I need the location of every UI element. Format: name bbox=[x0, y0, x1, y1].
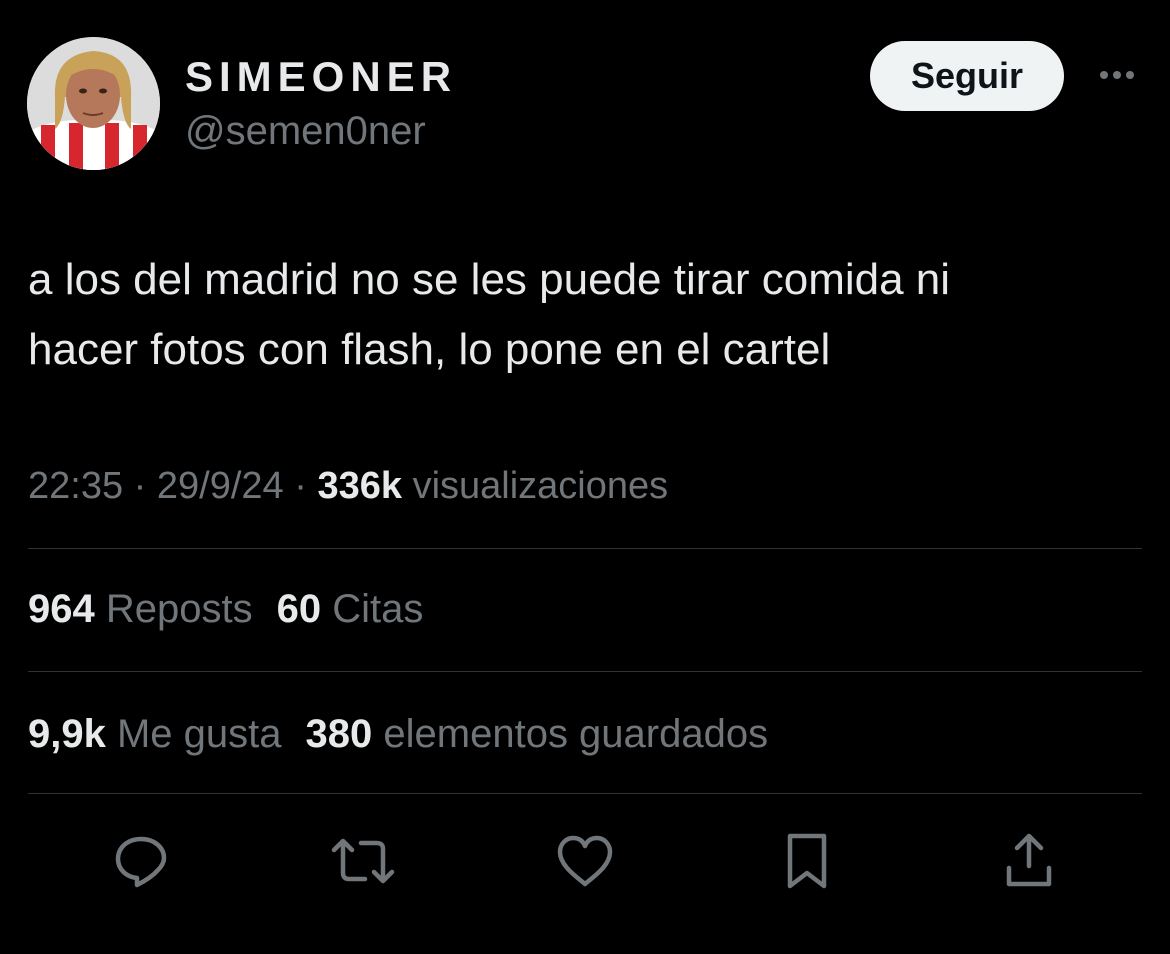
likes-stat[interactable]: 9,9k Me gusta bbox=[28, 712, 282, 756]
retweet-icon[interactable] bbox=[328, 826, 398, 896]
engagement-row-reposts: 964 Reposts 60 Citas bbox=[28, 584, 423, 634]
tweet-time[interactable]: 22:35 bbox=[28, 465, 123, 507]
quotes-count: 60 bbox=[276, 587, 322, 631]
reply-icon[interactable] bbox=[106, 826, 176, 896]
action-bar bbox=[0, 820, 1170, 900]
follow-button[interactable]: Seguir bbox=[870, 41, 1064, 111]
views-label: visualizaciones bbox=[412, 465, 669, 507]
tweet-text-line: a los del madrid no se les puede tirar c… bbox=[28, 255, 951, 304]
author-display-name[interactable]: SIMEONER bbox=[185, 54, 457, 100]
bookmark-icon[interactable] bbox=[772, 826, 842, 896]
like-icon[interactable] bbox=[550, 826, 620, 896]
likes-count: 9,9k bbox=[28, 712, 106, 756]
tweet-text: a los del madrid no se les puede tirar c… bbox=[28, 245, 1138, 385]
bookmarks-label: elementos guardados bbox=[383, 712, 769, 756]
quotes-label: Citas bbox=[332, 587, 424, 631]
views-count: 336k bbox=[317, 465, 402, 507]
reposts-count: 964 bbox=[28, 587, 95, 631]
author-handle[interactable]: @semen0ner bbox=[185, 108, 426, 154]
tweet-meta: 22:35 · 29/9/24 · 336k visualizaciones bbox=[28, 462, 668, 510]
bookmarks-stat[interactable]: 380 elementos guardados bbox=[306, 712, 769, 756]
avatar[interactable] bbox=[27, 37, 160, 170]
ellipsis-icon[interactable] bbox=[1094, 58, 1140, 92]
divider bbox=[28, 671, 1142, 672]
reposts-stat[interactable]: 964 Reposts bbox=[28, 587, 253, 631]
divider bbox=[28, 548, 1142, 549]
engagement-row-likes: 9,9k Me gusta 380 elementos guardados bbox=[28, 709, 768, 759]
meta-separator: · bbox=[123, 465, 157, 507]
share-icon[interactable] bbox=[994, 826, 1064, 896]
reposts-label: Reposts bbox=[105, 587, 253, 631]
meta-separator: · bbox=[283, 465, 318, 507]
tweet-text-line: hacer fotos con flash, lo pone en el car… bbox=[28, 325, 831, 374]
tweet-date[interactable]: 29/9/24 bbox=[157, 465, 284, 507]
bookmarks-count: 380 bbox=[305, 712, 373, 756]
divider bbox=[28, 793, 1142, 794]
quotes-stat[interactable]: 60 Citas bbox=[277, 587, 424, 631]
likes-label: Me gusta bbox=[116, 712, 282, 756]
